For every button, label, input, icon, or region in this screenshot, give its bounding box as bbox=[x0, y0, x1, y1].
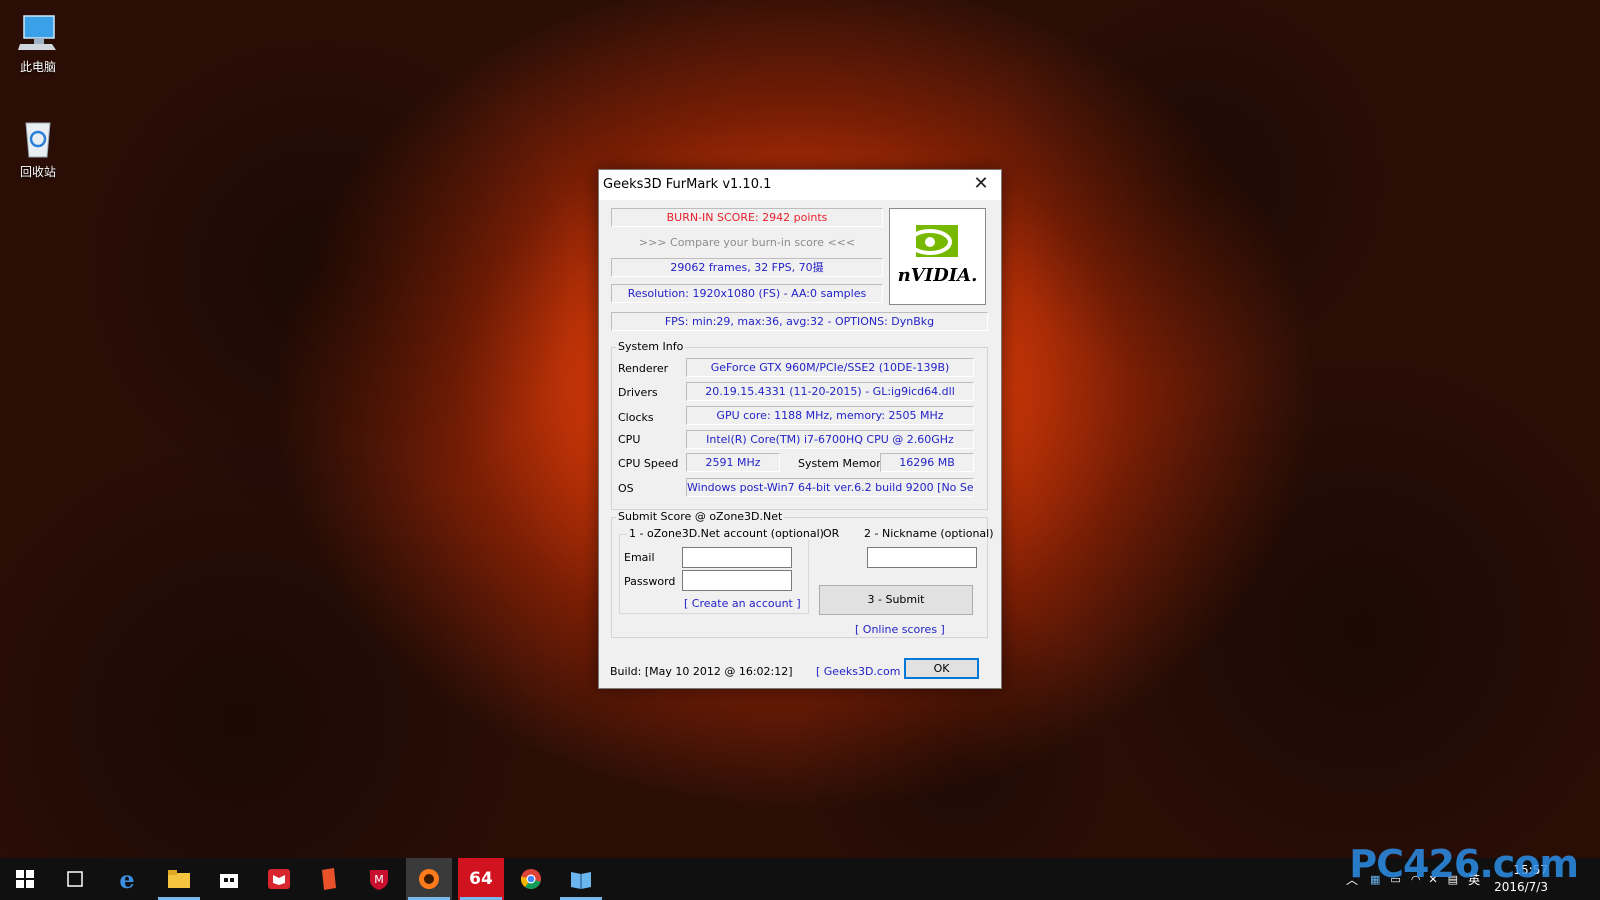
drivers-value: 20.19.15.4331 (11-20-2015) - GL:ig9icd64… bbox=[686, 382, 974, 401]
start-button[interactable] bbox=[2, 858, 48, 900]
resolution-info: Resolution: 1920x1080 (FS) - AA:0 sample… bbox=[611, 284, 883, 303]
store-icon bbox=[220, 874, 238, 888]
create-account-link[interactable]: [ Create an account ] bbox=[684, 597, 801, 610]
title-bar: Geeks3D FurMark v1.10.1 ✕ bbox=[599, 170, 1001, 200]
file-explorer-button[interactable] bbox=[156, 858, 202, 900]
fps-info: FPS: min:29, max:36, avg:32 - OPTIONS: D… bbox=[611, 312, 988, 331]
geeks3d-link[interactable]: [ Geeks3D.com ] bbox=[816, 665, 908, 678]
app-button[interactable] bbox=[306, 858, 352, 900]
book-icon bbox=[571, 872, 591, 889]
cpu-speed-value: 2591 MHz bbox=[686, 453, 780, 472]
online-scores-link[interactable]: [ Online scores ] bbox=[855, 623, 945, 636]
system-memory-value: 16296 MB bbox=[880, 453, 974, 472]
furmark-button[interactable] bbox=[406, 858, 452, 900]
recycle-bin-icon bbox=[16, 115, 60, 159]
password-field[interactable] bbox=[682, 570, 792, 591]
email-label: Email bbox=[624, 551, 655, 564]
system-info-label: System Info bbox=[616, 340, 686, 353]
frames-info: 29062 frames, 32 FPS, 70摄 bbox=[611, 258, 883, 277]
password-label: Password bbox=[624, 575, 676, 588]
store-button[interactable] bbox=[206, 858, 252, 900]
email-field[interactable] bbox=[682, 547, 792, 568]
close-button[interactable]: ✕ bbox=[961, 170, 1001, 200]
file-explorer-icon bbox=[168, 870, 190, 888]
system-memory-label: System Memory bbox=[798, 457, 888, 470]
desktop-icon-label: 此电脑 bbox=[19, 60, 56, 74]
desktop-icon-label: 回收站 bbox=[19, 165, 56, 179]
build-info: Build: [May 10 2012 @ 16:02:12] bbox=[610, 665, 793, 678]
task-view-icon bbox=[67, 871, 83, 887]
os-label: OS bbox=[618, 482, 634, 495]
edge-icon: e bbox=[119, 864, 135, 894]
reader-icon bbox=[268, 869, 290, 889]
chrome-icon bbox=[520, 869, 541, 889]
nvidia-logo: nVIDIA. bbox=[889, 208, 986, 305]
account-label: 1 - oZone3D.Net account (optional) bbox=[627, 527, 826, 540]
os-value: Windows post-Win7 64-bit ver.6.2 build 9… bbox=[686, 478, 974, 497]
start-icon bbox=[16, 870, 34, 888]
drivers-label: Drivers bbox=[618, 386, 658, 399]
edge-button[interactable]: e bbox=[104, 858, 150, 900]
task-view-button[interactable] bbox=[52, 858, 98, 900]
renderer-value: GeForce GTX 960M/PCIe/SSE2 (10DE-139B) bbox=[686, 358, 974, 377]
submit-button[interactable]: 3 - Submit bbox=[819, 585, 973, 615]
reader-button[interactable] bbox=[256, 858, 302, 900]
nickname-field[interactable] bbox=[867, 547, 977, 568]
cpu-label: CPU bbox=[618, 433, 641, 446]
submit-score-label: Submit Score @ oZone3D.Net bbox=[616, 510, 785, 523]
book-button[interactable] bbox=[558, 858, 604, 900]
window-title: Geeks3D FurMark v1.10.1 bbox=[603, 177, 772, 192]
or-label: OR bbox=[823, 527, 840, 540]
desktop-icon-recycle-bin[interactable]: 回收站 bbox=[0, 115, 76, 180]
clocks-value: GPU core: 1188 MHz, memory: 2505 MHz bbox=[686, 406, 974, 425]
computer-icon bbox=[16, 10, 60, 54]
mcafee-button[interactable]: M bbox=[356, 858, 402, 900]
renderer-label: Renderer bbox=[618, 362, 669, 375]
compare-score-link[interactable]: >>> Compare your burn-in score <<< bbox=[611, 233, 883, 252]
cpu-speed-label: CPU Speed bbox=[618, 457, 679, 470]
furmark-dialog: Geeks3D FurMark v1.10.1 ✕ BURN-IN SCORE:… bbox=[598, 169, 1002, 689]
ok-button[interactable]: OK bbox=[904, 658, 979, 679]
watermark: PC426.com bbox=[1349, 842, 1579, 886]
mcafee-icon: M bbox=[370, 870, 388, 890]
clocks-label: Clocks bbox=[618, 411, 654, 424]
nvidia-eye-icon bbox=[908, 225, 958, 257]
svg-text:M: M bbox=[374, 873, 384, 886]
chrome-button[interactable] bbox=[508, 858, 554, 900]
cpu-value: Intel(R) Core(TM) i7-6700HQ CPU @ 2.60GH… bbox=[686, 430, 974, 449]
nvidia-logo-text: nVIDIA. bbox=[897, 265, 978, 286]
aida64-button[interactable]: 64 bbox=[458, 858, 504, 900]
aida64-icon: 64 bbox=[469, 869, 493, 889]
nickname-label: 2 - Nickname (optional) bbox=[864, 527, 994, 540]
desktop-icon-this-pc[interactable]: 此电脑 bbox=[0, 10, 76, 75]
app-icon bbox=[322, 868, 336, 890]
burn-in-score: BURN-IN SCORE: 2942 points bbox=[611, 208, 883, 227]
furmark-icon bbox=[419, 869, 439, 889]
